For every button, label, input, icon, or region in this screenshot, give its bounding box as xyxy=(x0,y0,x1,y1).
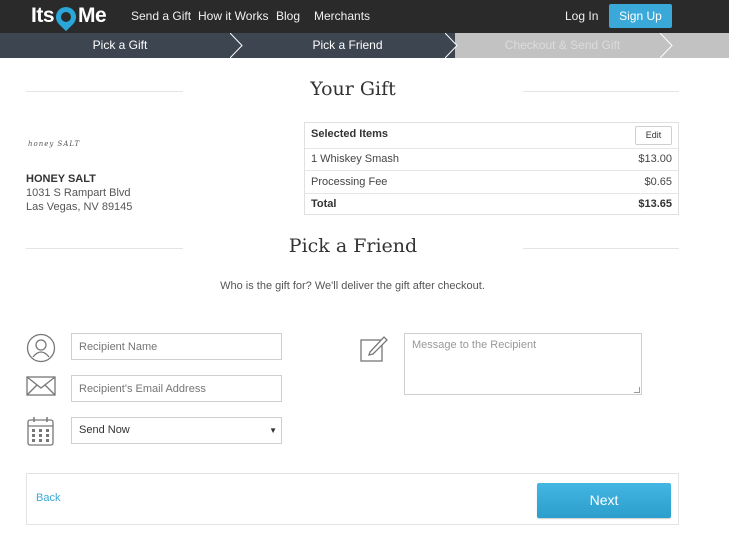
fee-label: Processing Fee xyxy=(311,176,388,188)
resize-handle-icon[interactable] xyxy=(634,387,640,393)
itsonme-logo[interactable]: Its Me xyxy=(31,2,107,32)
calendar-icon xyxy=(27,417,54,446)
step-chevron-icon xyxy=(230,33,243,58)
table-row: Processing Fee $0.65 xyxy=(305,171,678,194)
login-link[interactable]: Log In xyxy=(565,9,598,23)
checkout-steps: Pick a Gift Pick a Friend Checkout & Sen… xyxy=(0,33,729,58)
step-checkout: Checkout & Send Gift xyxy=(504,38,621,52)
step-pick-a-gift[interactable]: Pick a Gift xyxy=(0,33,240,58)
dropdown-arrow-icon: ▼ xyxy=(269,426,277,435)
item-price: $13.00 xyxy=(638,153,672,165)
step-chevron-icon xyxy=(660,33,673,58)
message-placeholder: Message to the Recipient xyxy=(412,339,537,351)
location-pin-icon xyxy=(51,2,81,32)
total-value: $13.65 xyxy=(638,198,672,210)
form-footer: Back Next xyxy=(26,473,679,525)
nav-merchants[interactable]: Merchants xyxy=(314,9,370,23)
merchant-logo: honey SALT xyxy=(28,140,81,148)
merchant-address-line2: Las Vegas, NV 89145 xyxy=(26,201,133,213)
signup-button[interactable]: Sign Up xyxy=(609,4,672,28)
selected-items-table: Selected Items Edit 1 Whiskey Smash $13.… xyxy=(304,122,679,215)
divider xyxy=(26,248,183,249)
recipient-name-input[interactable] xyxy=(71,333,282,360)
step-pick-a-friend: Pick a Friend xyxy=(240,33,455,58)
send-time-select[interactable]: Send Now ▼ xyxy=(71,417,282,444)
next-button[interactable]: Next xyxy=(537,483,671,518)
logo-text-left: Its xyxy=(31,4,55,27)
envelope-icon xyxy=(26,376,56,396)
step-chevron-icon xyxy=(445,33,458,58)
nav-send-a-gift[interactable]: Send a Gift xyxy=(131,9,191,23)
person-icon xyxy=(26,333,56,363)
merchant-address-line1: 1031 S Rampart Blvd xyxy=(26,187,131,199)
recipient-email-input[interactable] xyxy=(71,375,282,402)
table-row: 1 Whiskey Smash $13.00 xyxy=(305,149,678,171)
logo-text-right: Me xyxy=(78,4,107,27)
top-nav: Its Me Send a Gift How it Works Blog Mer… xyxy=(0,0,729,33)
nav-how-it-works[interactable]: How it Works xyxy=(198,9,268,23)
fee-value: $0.65 xyxy=(644,176,672,188)
friend-subtitle: Who is the gift for? We'll deliver the g… xyxy=(220,280,485,292)
back-link[interactable]: Back xyxy=(36,492,60,504)
message-textarea[interactable]: Message to the Recipient xyxy=(404,333,642,395)
your-gift-title: Your Gift xyxy=(310,78,396,100)
divider xyxy=(523,91,679,92)
total-row: Total $13.65 xyxy=(305,194,678,215)
edit-button[interactable]: Edit xyxy=(635,126,672,145)
divider xyxy=(26,91,183,92)
merchant-name: HONEY SALT xyxy=(26,173,96,185)
send-time-value: Send Now xyxy=(79,424,130,436)
nav-blog[interactable]: Blog xyxy=(276,9,300,23)
total-label: Total xyxy=(311,198,337,210)
pick-a-friend-title: Pick a Friend xyxy=(288,235,418,257)
items-header: Selected Items xyxy=(311,128,389,140)
divider xyxy=(523,248,679,249)
item-label: 1 Whiskey Smash xyxy=(311,153,400,165)
compose-icon xyxy=(360,336,388,362)
items-header-row: Selected Items Edit xyxy=(305,123,678,149)
